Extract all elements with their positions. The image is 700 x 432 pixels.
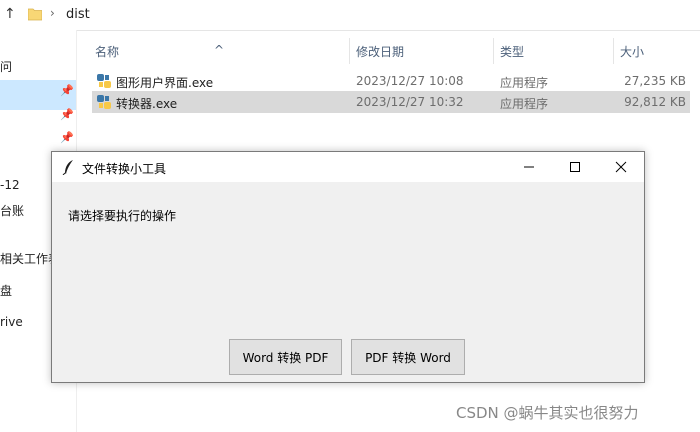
folder-icon	[28, 8, 42, 21]
nav-item[interactable]: -12	[0, 178, 20, 192]
pin-icon[interactable]: 📌	[60, 131, 74, 144]
nav-item[interactable]: rive	[0, 315, 23, 329]
minimize-button[interactable]	[506, 152, 552, 182]
file-row[interactable]: 图形用户界面.exe 2023/12/27 10:08 应用程序 27,235 …	[92, 70, 690, 92]
watermark: CSDN @蜗牛其实也很努力	[456, 404, 639, 422]
nav-item[interactable]: 盘	[0, 282, 12, 299]
column-header-name[interactable]: 名称	[95, 43, 119, 60]
close-button[interactable]	[598, 152, 644, 182]
app-window: 文件转换小工具 请选择要执行的操作 Word 转换 PDF PDF 转换 Wor…	[51, 151, 645, 383]
pdf-to-word-button[interactable]: PDF 转换 Word	[351, 339, 465, 375]
minimize-icon	[524, 166, 534, 168]
file-row-selected[interactable]: 转换器.exe 2023/12/27 10:32 应用程序 92,812 KB	[92, 91, 690, 113]
column-header-row: 名称 ^ 修改日期 类型 大小	[0, 30, 700, 70]
python-exe-icon	[97, 74, 111, 88]
file-name: 转换器.exe	[116, 97, 178, 111]
file-type: 应用程序	[500, 76, 549, 90]
file-modified: 2023/12/27 10:08	[356, 74, 464, 88]
file-modified: 2023/12/27 10:32	[356, 95, 464, 109]
tk-feather-icon	[62, 160, 73, 175]
pin-icon[interactable]: 📌	[60, 108, 74, 121]
file-size: 92,812 KB	[624, 95, 686, 109]
sort-ascending-icon: ^	[214, 43, 225, 57]
maximize-icon	[570, 162, 580, 172]
file-type: 应用程序	[500, 97, 549, 111]
window-titlebar[interactable]: 文件转换小工具	[52, 152, 644, 182]
prompt-label: 请选择要执行的操作	[68, 209, 177, 223]
up-arrow-icon[interactable]: ↑	[4, 6, 16, 22]
word-to-pdf-button[interactable]: Word 转换 PDF	[229, 339, 342, 375]
column-header-modified[interactable]: 修改日期	[356, 43, 404, 60]
window-title: 文件转换小工具	[82, 162, 167, 176]
close-icon	[615, 161, 627, 173]
address-bar: ↑ › dist	[0, 0, 700, 31]
python-exe-icon	[97, 95, 111, 109]
nav-item[interactable]: 台账	[0, 202, 24, 219]
file-name: 图形用户界面.exe	[116, 76, 214, 90]
pin-icon[interactable]: 📌	[60, 84, 74, 97]
chevron-right-icon: ›	[50, 6, 55, 20]
breadcrumb-dist[interactable]: dist	[66, 7, 90, 22]
file-size: 27,235 KB	[624, 74, 686, 88]
column-header-size[interactable]: 大小	[620, 43, 644, 60]
column-header-type[interactable]: 类型	[500, 43, 524, 60]
maximize-button[interactable]	[552, 152, 598, 182]
